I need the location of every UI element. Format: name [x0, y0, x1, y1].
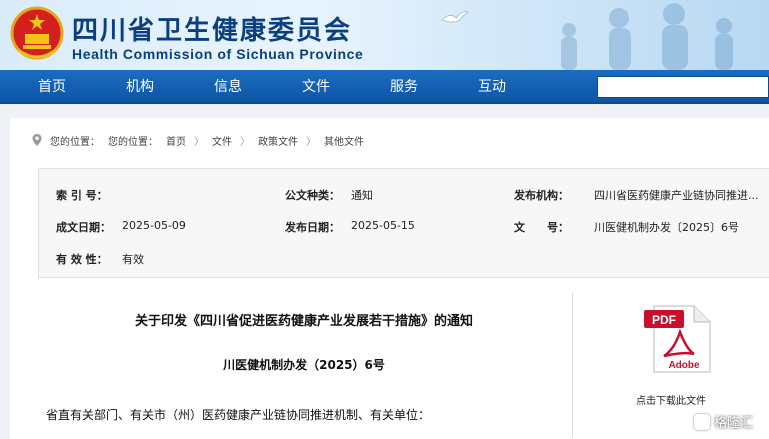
nav-item-information[interactable]: 信息 [214, 70, 242, 104]
nav-item-organization[interactable]: 机构 [126, 70, 154, 104]
validity-value: 有效 [122, 253, 144, 266]
nav-item-documents[interactable]: 文件 [302, 70, 330, 104]
pdf-label: PDF [652, 313, 676, 327]
search-input[interactable] [597, 76, 769, 98]
index-number-label: 索 引 号： [56, 189, 108, 202]
download-link[interactable]: 点击下载此文件 [636, 392, 706, 407]
issuer-value: 四川省医药健康产业链协同推进... [594, 189, 759, 202]
published-date-value: 2025-05-15 [351, 219, 415, 232]
validity-label: 有 效 性： [56, 253, 108, 266]
issuer-label: 发布机构： [514, 189, 569, 202]
location-pin-icon [32, 134, 42, 146]
dove-icon [441, 11, 469, 23]
adobe-label: Adobe [668, 360, 700, 371]
content-panel [10, 118, 769, 439]
breadcrumb-documents[interactable]: 文件 [212, 133, 232, 148]
breadcrumb-separator: 〉 [306, 136, 316, 148]
document-number: 川医健机制办发（2025）6号 [223, 358, 385, 372]
document-salutation: 省直有关部门、有关市（州）医药健康产业链协同推进机制、有关单位： [46, 408, 431, 422]
document-number-label: 文 号： [514, 221, 569, 234]
document-title: 关于印发《四川省促进医药健康产业发展若干措施》的通知 [134, 314, 473, 329]
breadcrumb-label: 您的位置： [108, 136, 158, 148]
document-type-value: 通知 [351, 189, 373, 202]
pdf-download-icon[interactable]: PDF Adobe [640, 304, 712, 374]
breadcrumb: 您的位置： 您的位置： 首页 〉 文件 〉 政策文件 〉 其他文件 [30, 131, 372, 149]
site-subtitle: Health Commission of Sichuan Province [72, 46, 364, 62]
published-date-label: 发布日期： [285, 221, 340, 234]
watermark: 格隆汇 [694, 412, 753, 431]
breadcrumb-policy-documents[interactable]: 政策文件 [258, 133, 298, 148]
document-number-value: 川医健机制办发〔2025〕6号 [594, 221, 739, 234]
breadcrumb-separator: 〉 [240, 136, 250, 148]
breadcrumb-separator: 〉 [194, 136, 204, 148]
breadcrumb-home[interactable]: 首页 [166, 133, 186, 148]
created-date-value: 2025-05-09 [122, 219, 186, 232]
family-silhouette-image [561, 3, 733, 70]
breadcrumb-other-documents[interactable]: 其他文件 [324, 133, 364, 148]
watermark-text: 格隆汇 [714, 416, 754, 431]
nav-item-services[interactable]: 服务 [390, 70, 418, 104]
breadcrumb-prefix: 您的位置： [50, 136, 100, 148]
nav-item-home[interactable]: 首页 [38, 70, 66, 104]
nav-item-interaction[interactable]: 互动 [478, 70, 506, 104]
main-nav: 首页 机构 信息 文件 服务 互动 [0, 70, 769, 104]
watermark-logo-icon [694, 413, 710, 430]
header-banner: 四川省卫生健康委员会 Health Commission of Sichuan … [0, 0, 769, 70]
created-date-label: 成文日期： [56, 221, 111, 234]
document-type-label: 公文种类： [285, 189, 340, 202]
column-divider [572, 292, 573, 437]
site-title: 四川省卫生健康委员会 [72, 16, 353, 46]
national-emblem-icon [10, 6, 64, 60]
